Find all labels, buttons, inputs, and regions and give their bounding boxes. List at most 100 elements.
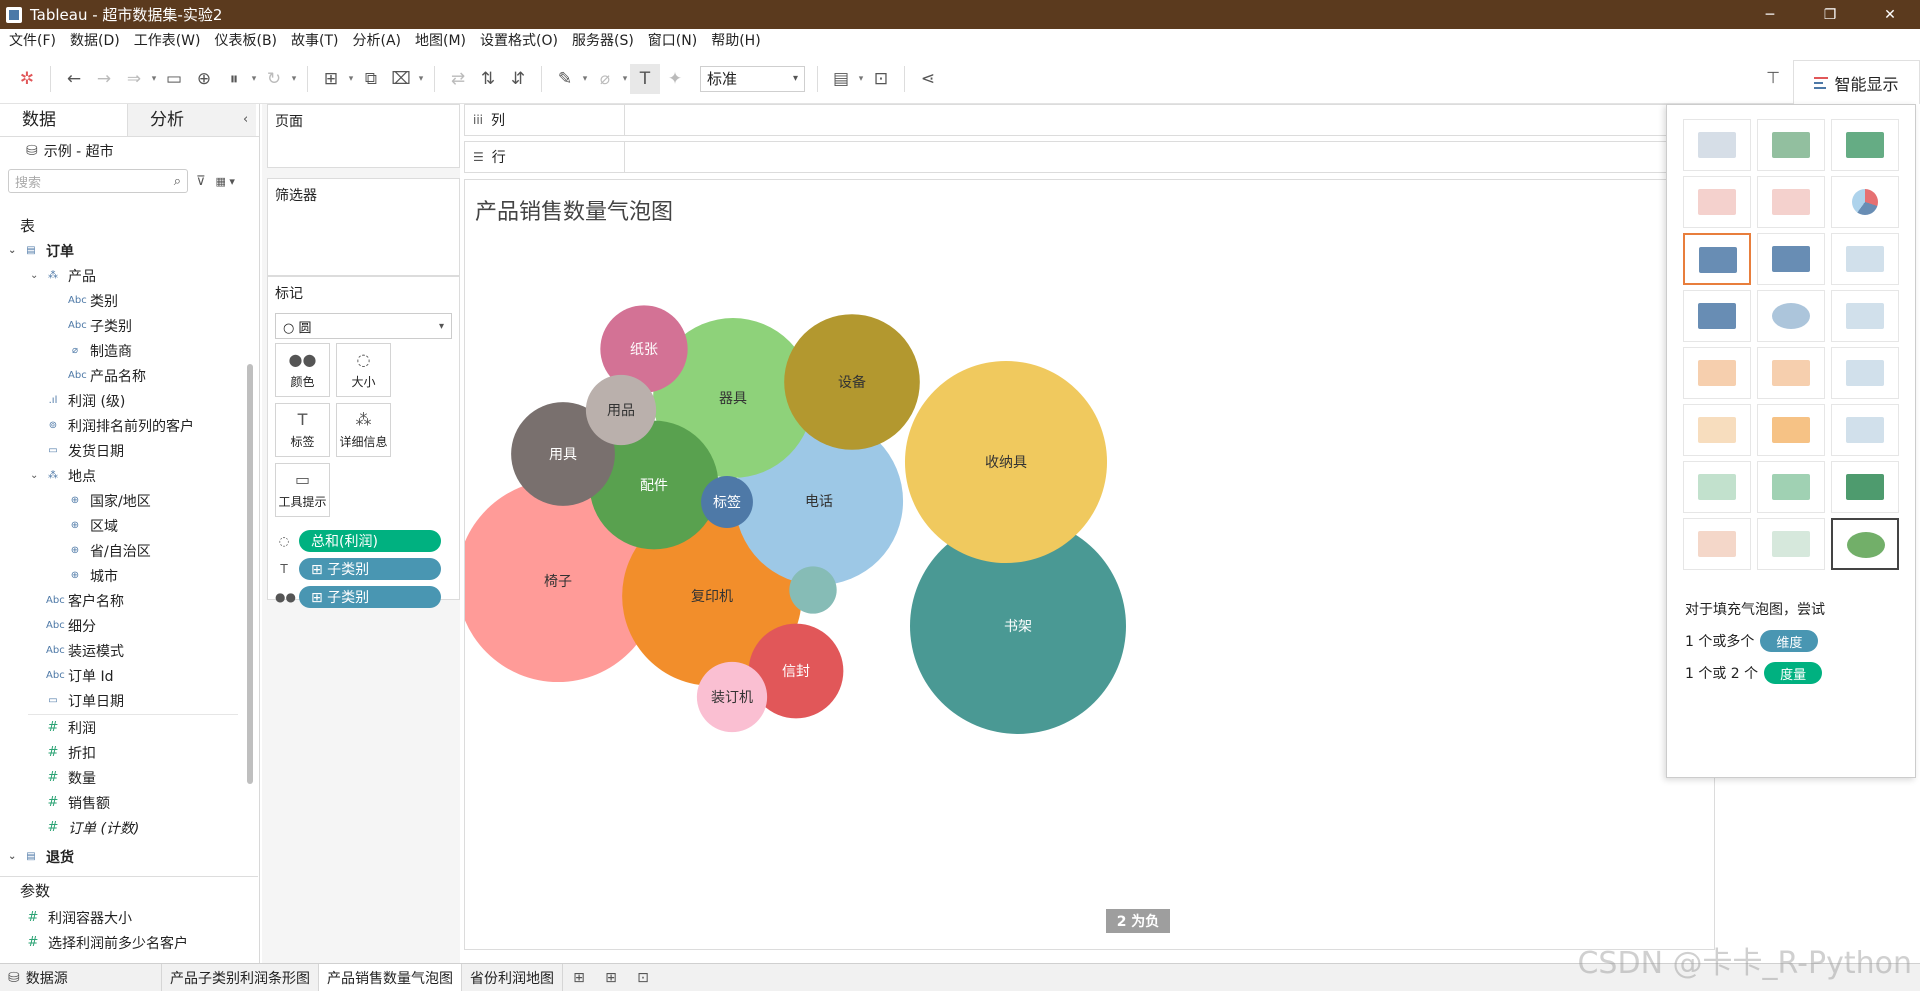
chart-type-horizontal-bars[interactable] bbox=[1683, 233, 1751, 285]
search-input[interactable]: 搜索 ⌕ bbox=[8, 169, 188, 193]
chart-type-gantt-chart[interactable] bbox=[1683, 518, 1751, 570]
chart-type-text-table[interactable] bbox=[1683, 119, 1751, 171]
show-me-button[interactable]: 智能显示 bbox=[1793, 60, 1920, 104]
menu-item[interactable]: 数据(D) bbox=[63, 29, 127, 54]
tab-analysis[interactable]: 分析 bbox=[128, 104, 256, 136]
refresh-icon[interactable]: ↻ bbox=[259, 64, 289, 94]
field-item[interactable]: .ıl 利润 (级) bbox=[0, 388, 255, 413]
chart-type-stacked-bars[interactable] bbox=[1757, 233, 1825, 285]
maximize-button[interactable]: ❐ bbox=[1800, 0, 1860, 29]
field-item[interactable]: ⊚ 利润排名前列的客户 bbox=[0, 413, 255, 438]
parameter-item[interactable]: # 选择利润前多少名客户 bbox=[0, 930, 258, 955]
field-item[interactable]: ⌄ ⁂ 产品 bbox=[0, 263, 255, 288]
datasource-item[interactable]: ⛁ 示例 - 超市 bbox=[0, 137, 259, 165]
menu-item[interactable]: 设置格式(O) bbox=[473, 29, 565, 54]
chart-type-circle-views[interactable] bbox=[1757, 290, 1825, 342]
tab-datasource[interactable]: ⛁ 数据源 bbox=[0, 963, 162, 991]
close-button[interactable]: ✕ bbox=[1860, 0, 1920, 29]
pages-card[interactable]: 页面 bbox=[267, 104, 460, 168]
replay-icon[interactable]: ⇒ bbox=[119, 64, 149, 94]
chart-type-highlight-table[interactable] bbox=[1831, 119, 1899, 171]
new-worksheet-icon[interactable]: ⊞ bbox=[316, 64, 346, 94]
share-icon[interactable]: ⋖ bbox=[913, 64, 943, 94]
chart-type-heat-map[interactable] bbox=[1757, 119, 1825, 171]
show-labels-icon[interactable]: T bbox=[630, 63, 660, 94]
chart-type-pie-chart[interactable] bbox=[1831, 176, 1899, 228]
chart-type-symbol-map[interactable] bbox=[1683, 176, 1751, 228]
menu-item[interactable]: 分析(A) bbox=[346, 29, 409, 54]
menu-item[interactable]: 帮助(H) bbox=[704, 29, 767, 54]
new-dashboard-icon[interactable]: ⊞ bbox=[595, 964, 627, 991]
tooltip-button[interactable]: ▭ 工具提示 bbox=[275, 463, 330, 517]
filter-icon[interactable]: ⊽ bbox=[196, 174, 206, 189]
field-item[interactable]: ⊕ 城市 bbox=[0, 563, 255, 588]
field-item[interactable]: ▭ 订单日期 bbox=[0, 688, 255, 713]
field-item[interactable]: Abc 订单 Id bbox=[0, 663, 255, 688]
chart-type-area-continuous[interactable] bbox=[1683, 404, 1751, 456]
field-item[interactable]: # 订单 (计数) bbox=[0, 815, 255, 840]
pin-icon[interactable]: ⊤ bbox=[1766, 68, 1780, 87]
size-button[interactable]: ◌ 大小 bbox=[336, 343, 391, 397]
field-item[interactable]: Abc 子类别 bbox=[0, 313, 255, 338]
menu-item[interactable]: 地图(M) bbox=[408, 29, 473, 54]
null-indicator[interactable]: 2 为负 bbox=[1106, 909, 1170, 933]
table-item[interactable]: ⌄ ▤ 订单 bbox=[0, 238, 255, 263]
field-item[interactable]: # 数量 bbox=[0, 765, 255, 790]
duplicate-sheet-icon[interactable]: ⧉ bbox=[356, 64, 386, 94]
chart-type-lines-discrete[interactable] bbox=[1757, 347, 1825, 399]
sort-ascending-icon[interactable]: ⇅ bbox=[473, 64, 503, 94]
undo-icon[interactable]: ← bbox=[59, 64, 89, 94]
sheet-tab[interactable]: 产品销售数量气泡图 bbox=[319, 963, 462, 991]
parameter-item[interactable]: # 利润容器大小 bbox=[0, 905, 258, 930]
field-item[interactable]: Abc 类别 bbox=[0, 288, 255, 313]
collapse-pane-icon[interactable]: ‹ bbox=[243, 112, 248, 127]
field-item[interactable]: # 折扣 bbox=[0, 740, 255, 765]
expand-icon[interactable]: ⌄ bbox=[30, 270, 42, 281]
chart-type-side-by-side-bars[interactable] bbox=[1831, 233, 1899, 285]
field-item[interactable]: Abc 装运模式 bbox=[0, 638, 255, 663]
chart-type-area-discrete[interactable] bbox=[1757, 404, 1825, 456]
mark-type-select[interactable]: ○ 圆 ▾ bbox=[275, 313, 452, 339]
field-item[interactable]: ⊕ 区域 bbox=[0, 513, 255, 538]
field-pill[interactable]: 总和(利润) bbox=[299, 530, 441, 552]
tableau-logo-icon[interactable]: ✲ bbox=[12, 64, 42, 94]
new-story-icon[interactable]: ⊡ bbox=[627, 964, 659, 991]
clear-sheet-icon[interactable]: ⌧ bbox=[386, 64, 416, 94]
tab-data[interactable]: 数据 bbox=[0, 104, 128, 136]
chart-type-filled-map[interactable] bbox=[1757, 176, 1825, 228]
field-item[interactable]: # 利润 bbox=[0, 715, 255, 740]
field-item[interactable]: ▭ 发货日期 bbox=[0, 438, 255, 463]
show-cards-icon[interactable]: ▤ bbox=[826, 64, 856, 94]
table-item[interactable]: ⌄ ▤ 退货 bbox=[0, 844, 255, 869]
bubble-mark[interactable] bbox=[789, 566, 837, 614]
chart-type-treemap[interactable] bbox=[1683, 290, 1751, 342]
detail-button[interactable]: ⁂ 详细信息 bbox=[336, 403, 391, 457]
menu-item[interactable]: 仪表板(B) bbox=[207, 29, 284, 54]
expand-icon[interactable]: ⌄ bbox=[30, 470, 42, 481]
menu-item[interactable]: 窗口(N) bbox=[641, 29, 704, 54]
sort-descending-icon[interactable]: ⇵ bbox=[503, 64, 533, 94]
field-item[interactable]: ⊕ 国家/地区 bbox=[0, 488, 255, 513]
chart-type-scatter-plot[interactable] bbox=[1683, 461, 1751, 513]
pause-updates-icon[interactable]: ⏸ bbox=[219, 64, 249, 94]
color-button[interactable]: ●● 颜色 bbox=[275, 343, 330, 397]
field-item[interactable]: # 销售额 bbox=[0, 790, 255, 815]
expand-icon[interactable]: ⌄ bbox=[8, 245, 20, 256]
field-pill[interactable]: ⊞ 子类别 bbox=[299, 586, 441, 608]
minimize-button[interactable]: ─ bbox=[1740, 0, 1800, 29]
chart-type-histogram[interactable] bbox=[1757, 461, 1825, 513]
chart-type-bullet-graph[interactable] bbox=[1757, 518, 1825, 570]
fit-select[interactable]: 标准 ▾ bbox=[700, 65, 805, 92]
chart-type-dual-lines[interactable] bbox=[1831, 347, 1899, 399]
menu-item[interactable]: 服务器(S) bbox=[565, 29, 641, 54]
save-icon[interactable]: ▭ bbox=[159, 64, 189, 94]
new-worksheet-icon[interactable]: ⊞ bbox=[563, 964, 595, 991]
expand-icon[interactable]: ⌄ bbox=[8, 851, 20, 862]
menu-item[interactable]: 文件(F) bbox=[2, 29, 63, 54]
chart-type-packed-bubbles[interactable] bbox=[1831, 518, 1899, 570]
field-item[interactable]: ⌀ 制造商 bbox=[0, 338, 255, 363]
redo-icon[interactable]: → bbox=[89, 64, 119, 94]
field-item[interactable]: Abc 产品名称 bbox=[0, 363, 255, 388]
field-item[interactable]: ⌄ ⁂ 地点 bbox=[0, 463, 255, 488]
field-pill[interactable]: ⊞ 子类别 bbox=[299, 558, 441, 580]
